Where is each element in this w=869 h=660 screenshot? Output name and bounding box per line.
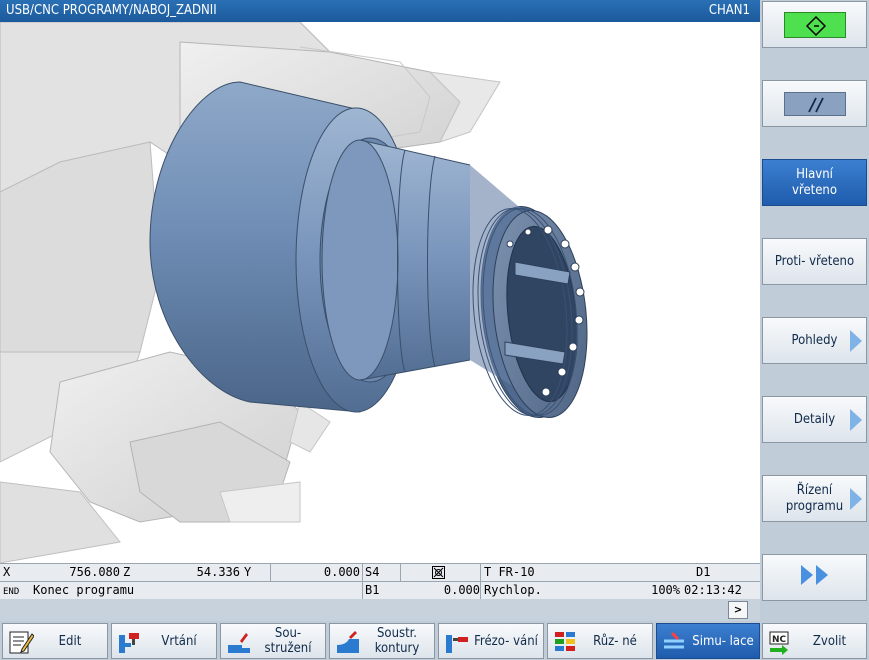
various-icon bbox=[553, 629, 579, 655]
turning-button[interactable]: Sou- stružení bbox=[220, 623, 326, 659]
various-label: Růz- né bbox=[593, 633, 637, 649]
stop-button[interactable] bbox=[762, 80, 867, 127]
double-slash-icon bbox=[783, 91, 846, 116]
horizontal-softkey-bar: Edit Vrtání Sou- stružení Soustr. kontur… bbox=[0, 621, 869, 660]
counter-spindle-button[interactable]: Proti- vřeteno bbox=[762, 238, 867, 285]
axis-z-value: 54.336 bbox=[196, 565, 240, 579]
simulation-button[interactable]: Simu- lace bbox=[656, 623, 760, 659]
simulation-icon bbox=[662, 629, 688, 655]
tool-magazine-icon bbox=[432, 564, 446, 582]
status-row-program: END Konec programu B1 0.000 Rychlop. 100… bbox=[0, 581, 760, 600]
various-button[interactable]: Růz- né bbox=[547, 623, 653, 659]
drilling-button[interactable]: Vrtání bbox=[111, 623, 217, 659]
milling-button[interactable]: Frézo- vání bbox=[438, 623, 544, 659]
spindle-label: S4 bbox=[365, 565, 380, 579]
drilling-icon bbox=[117, 629, 143, 655]
details-button[interactable]: Detaily bbox=[762, 396, 867, 443]
contour-turning-icon bbox=[335, 629, 361, 655]
milling-label: Frézo- vání bbox=[474, 633, 538, 649]
tool-name: T FR-10 bbox=[484, 565, 535, 579]
main-spindle-label: Hlavní vřeteno bbox=[792, 166, 837, 198]
start-button[interactable] bbox=[762, 1, 867, 48]
milling-icon bbox=[444, 629, 470, 655]
edit-button[interactable]: Edit bbox=[2, 623, 108, 659]
simulation-label: Simu- lace bbox=[692, 633, 754, 649]
program-control-label: Řízení programu bbox=[785, 482, 844, 514]
details-label: Detaily bbox=[793, 411, 836, 427]
select-button[interactable]: NC Zvolit bbox=[762, 623, 867, 659]
status-strip bbox=[0, 599, 760, 621]
axis-x-value: 756.080 bbox=[69, 565, 120, 579]
edit-label: Edit bbox=[58, 633, 82, 649]
workpiece bbox=[149, 81, 588, 419]
nc-select-icon: NC bbox=[768, 629, 794, 655]
simulation-time: 02:13:42 bbox=[684, 583, 742, 597]
main-spindle-button[interactable]: Hlavní vřeteno bbox=[762, 159, 867, 206]
axis-x-label: X bbox=[3, 565, 11, 579]
channel-label: CHAN1 bbox=[708, 3, 750, 18]
start-diamond-icon bbox=[783, 11, 846, 38]
axis-y-value: 0.000 bbox=[323, 565, 360, 579]
select-label: Zvolit bbox=[812, 633, 847, 649]
status-row-axes: X 756.080 Z 54.336 Y 0.000 S4 T FR-10 D1 bbox=[0, 563, 760, 582]
b-axis-value: 0.000 bbox=[443, 583, 480, 597]
submenu-arrow-icon bbox=[850, 330, 862, 352]
submenu-arrow-icon bbox=[850, 409, 862, 431]
b-axis-label: B1 bbox=[365, 583, 380, 597]
program-control-button[interactable]: Řízení programu bbox=[762, 475, 867, 522]
contour-turning-label: Soustr. kontury bbox=[374, 626, 420, 656]
override-value: 100% bbox=[651, 583, 680, 597]
more-info-button[interactable]: > bbox=[728, 601, 748, 619]
feed-mode: Rychlop. bbox=[484, 583, 542, 597]
title-bar: USB/CNC PROGRAMY/NABOJ_ZADNII CHAN1 bbox=[0, 0, 760, 22]
next-softkeys-button[interactable] bbox=[762, 554, 867, 601]
edit-icon bbox=[8, 629, 35, 655]
simulation-viewport[interactable] bbox=[0, 22, 760, 563]
turning-label: Sou- stružení bbox=[264, 626, 312, 656]
svg-text:NC: NC bbox=[772, 635, 787, 645]
counter-spindle-label: Proti- vřeteno bbox=[774, 253, 855, 269]
vertical-softkey-bar: Hlavní vřeteno Proti- vřeteno Pohledy De… bbox=[760, 0, 869, 660]
submenu-arrow-icon bbox=[850, 488, 862, 510]
axis-z-label: Z bbox=[123, 565, 131, 579]
views-button[interactable]: Pohledy bbox=[762, 317, 867, 364]
simulation-3d-view bbox=[0, 22, 588, 563]
turning-icon bbox=[226, 629, 252, 655]
views-label: Pohledy bbox=[791, 332, 838, 348]
drilling-label: Vrtání bbox=[161, 633, 197, 649]
contour-turning-button[interactable]: Soustr. kontury bbox=[329, 623, 435, 659]
program-message: Konec programu bbox=[33, 583, 135, 597]
axis-y-label: Y bbox=[244, 565, 252, 579]
program-path: USB/CNC PROGRAMY/NABOJ_ZADNII bbox=[6, 3, 217, 18]
double-chevron-right-icon bbox=[798, 563, 832, 592]
tool-offset: D1 bbox=[696, 565, 711, 579]
